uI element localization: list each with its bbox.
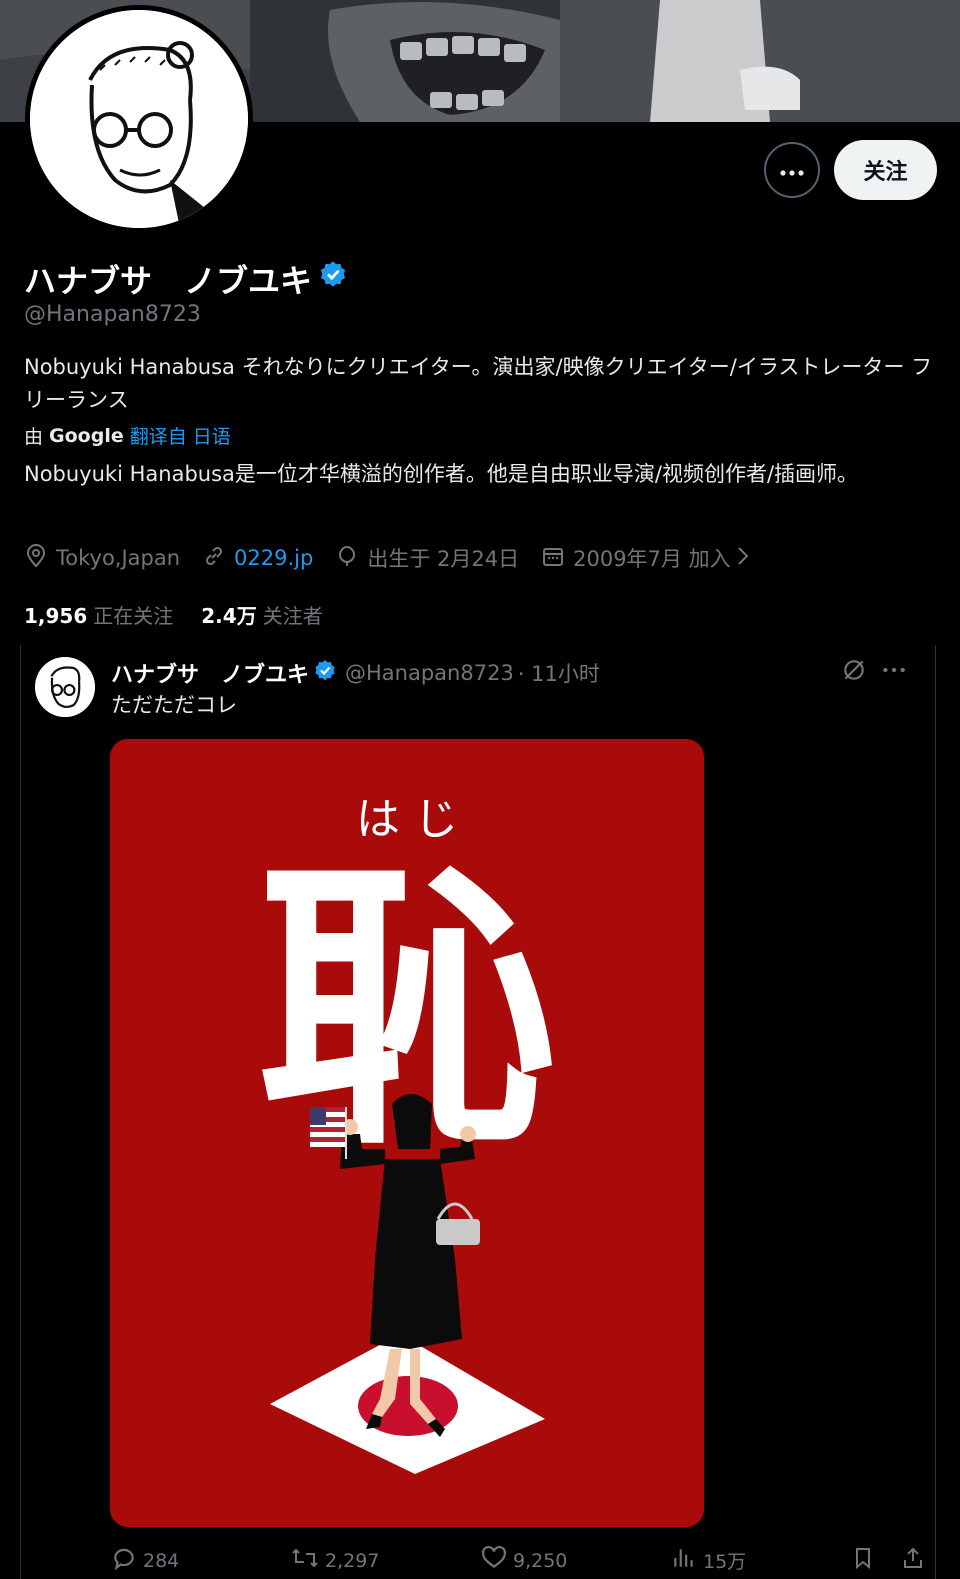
profile-bio-translated: Nobuyuki Hanabusa是一位才华横溢的创作者。他是自由职业导演/视频… bbox=[24, 462, 859, 486]
birthday: 出生于 2月24日 bbox=[335, 543, 519, 573]
tweet-author-handle[interactable]: @Hanapan8723 bbox=[345, 661, 514, 685]
tweet-text: ただただコレ bbox=[111, 693, 237, 717]
profile-name: ハナブサ ノブユキ bbox=[24, 256, 348, 302]
profile-avatar[interactable] bbox=[25, 5, 253, 233]
chevron-right-icon bbox=[737, 546, 757, 571]
reply-action[interactable]: 284 bbox=[111, 1545, 179, 1576]
tweet-avatar[interactable] bbox=[35, 657, 95, 717]
birthday-icon bbox=[335, 544, 367, 573]
profile-stats: 1,956 正在关注 2.4万 关注者 bbox=[24, 600, 323, 629]
follow-button[interactable]: 关注 bbox=[834, 140, 937, 200]
grok-icon[interactable] bbox=[841, 657, 867, 687]
joined[interactable]: 2009年7月 加入 bbox=[541, 543, 756, 573]
reply-icon bbox=[111, 1545, 137, 1576]
translation-notice: 由 Google 翻译自 日语 bbox=[24, 422, 231, 449]
reply-count: 284 bbox=[143, 1549, 180, 1572]
retweet-icon bbox=[291, 1545, 319, 1576]
tweet-author-name[interactable]: ハナブサ ノブユキ bbox=[111, 657, 309, 689]
tweet-more-icon[interactable] bbox=[881, 657, 907, 687]
birthday-text: 出生于 2月24日 bbox=[367, 547, 520, 571]
location-icon bbox=[24, 543, 56, 573]
calendar-icon bbox=[541, 544, 573, 573]
verified-icon bbox=[313, 659, 337, 688]
translated-from-link[interactable]: 翻译自 日语 bbox=[130, 422, 231, 449]
followers-count: 2.4万 bbox=[201, 604, 257, 628]
location-text: Tokyo,Japan bbox=[56, 546, 181, 570]
following-label: 正在关注 bbox=[93, 604, 174, 628]
views-icon bbox=[671, 1545, 697, 1576]
tweet-header: ハナブサ ノブユキ @Hanapan8723 · 11小时 bbox=[111, 657, 600, 689]
tweet-image[interactable]: は じ 恥 bbox=[110, 739, 704, 1527]
more-button[interactable] bbox=[764, 142, 820, 198]
profile-meta: Tokyo,Japan 0229.jp 出生于 2月24日 2009年7月 加入 bbox=[24, 543, 779, 573]
followers-label: 关注者 bbox=[262, 604, 323, 628]
joined-text: 2009年7月 加入 bbox=[573, 547, 731, 571]
location: Tokyo,Japan bbox=[24, 543, 181, 573]
retweet-count: 2,297 bbox=[325, 1549, 380, 1572]
translated-by-prefix: 由 bbox=[24, 426, 44, 448]
views-action[interactable]: 15万 bbox=[671, 1545, 746, 1576]
share-icon[interactable] bbox=[901, 1545, 925, 1571]
views-count: 15万 bbox=[703, 1551, 747, 1573]
verified-icon bbox=[318, 260, 348, 298]
website-link[interactable]: 0229.jp bbox=[234, 546, 313, 570]
bookmark-icon[interactable] bbox=[851, 1545, 875, 1571]
like-count: 9,250 bbox=[513, 1549, 568, 1572]
display-name: ハナブサ ノブユキ bbox=[24, 262, 313, 300]
profile-handle: @Hanapan8723 bbox=[24, 302, 201, 327]
tweet[interactable]: ハナブサ ノブユキ @Hanapan8723 · 11小时 ただただコレ は じ… bbox=[20, 645, 936, 1579]
website: 0229.jp bbox=[202, 544, 313, 573]
profile-bio: Nobuyuki Hanabusa それなりにクリエイター。演出家/映像クリエイ… bbox=[24, 355, 933, 412]
translator-brand: Google bbox=[49, 424, 124, 447]
following-stat[interactable]: 1,956 正在关注 bbox=[24, 600, 173, 629]
followers-stat[interactable]: 2.4万 关注者 bbox=[201, 600, 322, 629]
tweet-time[interactable]: · 11小时 bbox=[518, 658, 600, 688]
like-action[interactable]: 9,250 bbox=[481, 1545, 567, 1576]
like-icon bbox=[481, 1545, 507, 1576]
link-icon bbox=[202, 544, 234, 573]
more-icon bbox=[780, 161, 804, 180]
following-count: 1,956 bbox=[24, 604, 88, 628]
retweet-action[interactable]: 2,297 bbox=[291, 1545, 379, 1576]
